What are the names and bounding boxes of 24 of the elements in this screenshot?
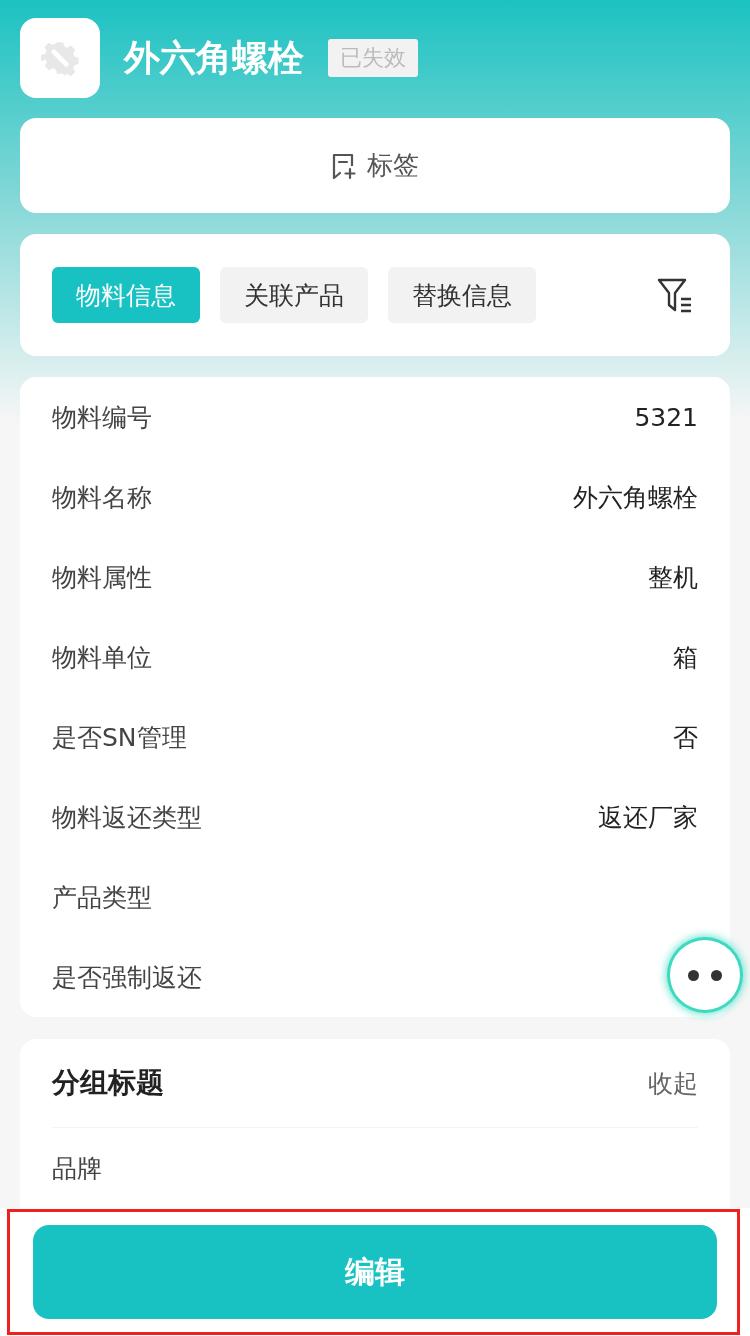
- field-value: 返还厂家: [598, 801, 698, 834]
- collapse-link[interactable]: 收起: [648, 1066, 698, 1100]
- field-label: 物料属性: [52, 561, 152, 594]
- field-label: 物料返还类型: [52, 801, 202, 834]
- floating-assistant-button[interactable]: [670, 940, 740, 1010]
- field-label: 是否强制返还: [52, 961, 202, 994]
- tab[interactable]: 替换信息: [388, 267, 536, 323]
- field-label: 物料名称: [52, 481, 152, 514]
- tag-button[interactable]: 标签: [20, 118, 730, 213]
- field-label: 物料编号: [52, 401, 152, 434]
- field-label: 物料单位: [52, 641, 152, 674]
- field-value: 整机: [648, 561, 698, 594]
- group-title: 分组标题: [52, 1065, 164, 1101]
- field-label: 产品类型: [52, 881, 152, 914]
- tag-add-icon: [331, 151, 357, 180]
- field-value: 箱: [673, 641, 698, 674]
- page-title: 外六角螺栓: [124, 35, 304, 80]
- field-value: 5321: [634, 402, 698, 432]
- tab[interactable]: 关联产品: [220, 267, 368, 323]
- filter-icon[interactable]: [656, 276, 694, 314]
- field-label: 是否SN管理: [52, 721, 187, 754]
- field-label: 品牌: [52, 1152, 102, 1185]
- field-value: 外六角螺栓: [573, 481, 698, 514]
- field-value: 否: [673, 721, 698, 754]
